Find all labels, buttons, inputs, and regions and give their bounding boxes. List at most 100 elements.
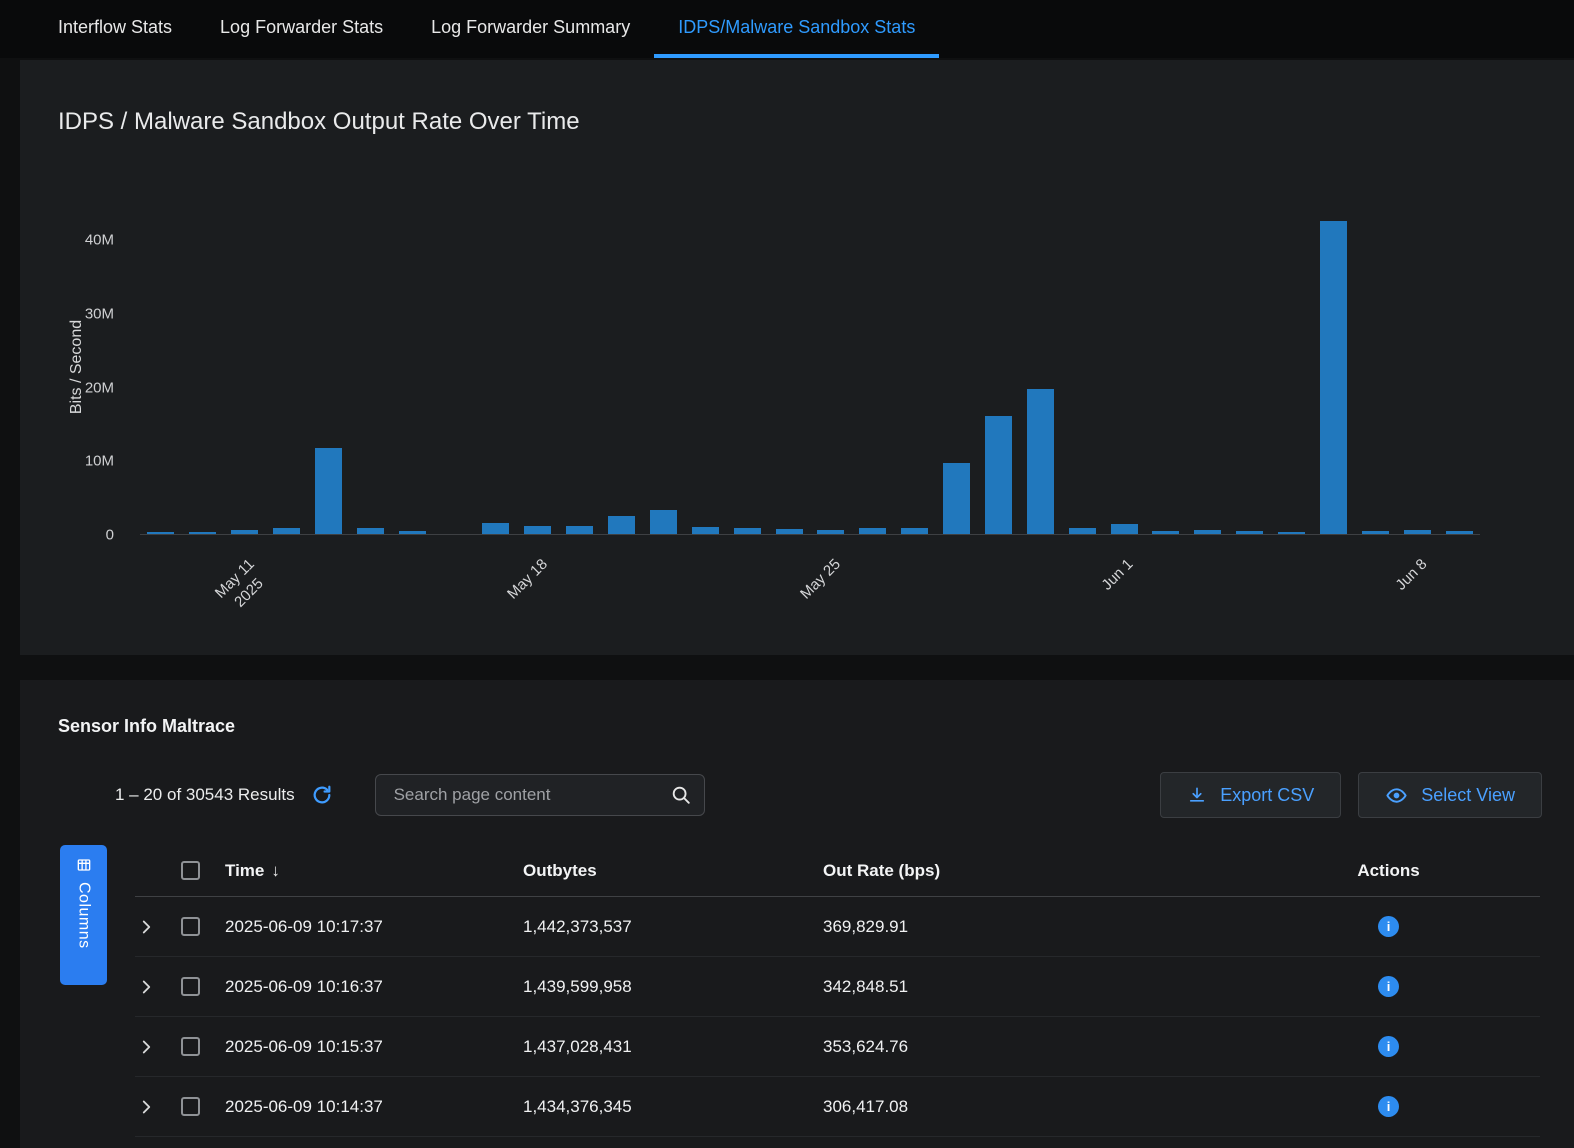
x-tick-label-line: Jun 1 (1098, 555, 1138, 595)
info-icon[interactable]: i (1378, 1096, 1399, 1117)
cell-time: 2025-06-09 10:17:37 (219, 917, 517, 937)
chevron-right-icon (141, 919, 152, 935)
row-checkbox-cell (175, 977, 219, 996)
tab-log-forwarder-stats[interactable]: Log Forwarder Stats (196, 0, 407, 58)
tab-interflow-stats[interactable]: Interflow Stats (34, 0, 196, 58)
row-expand-button[interactable] (135, 979, 175, 995)
tab-idps-malware-sandbox-stats[interactable]: IDPS/Malware Sandbox Stats (654, 0, 939, 58)
y-tick-label: 0 (106, 527, 114, 544)
x-tick-label-line: Jun 8 (1391, 555, 1431, 595)
chart-bar (273, 528, 300, 534)
row-checkbox[interactable] (181, 917, 200, 936)
chart-bar (1069, 528, 1096, 534)
cell-outbytes: 1,437,028,431 (517, 1037, 817, 1057)
search-box (375, 774, 705, 816)
chart-panel: IDPS / Malware Sandbox Output Rate Over … (20, 60, 1574, 655)
y-tick-label: 20M (85, 379, 114, 396)
chart-y-axis: 010M20M30M40M (20, 200, 128, 535)
cell-time: 2025-06-09 10:16:37 (219, 977, 517, 997)
eye-icon (1385, 784, 1408, 807)
section-title: Sensor Info Maltrace (58, 716, 235, 737)
chart-bar (482, 523, 509, 534)
table-panel: Sensor Info Maltrace 1 – 20 of 30543 Res… (20, 680, 1574, 1148)
x-tick-label: Jun 1 (1098, 555, 1138, 595)
chart-bar (189, 532, 216, 534)
columns-grid-icon (76, 857, 92, 873)
table-body: 2025-06-09 10:17:371,442,373,537369,829.… (135, 897, 1540, 1137)
chart-bar (1152, 531, 1179, 534)
chart-bar (1320, 221, 1347, 534)
y-tick-label: 30M (85, 305, 114, 322)
chart-bar (524, 526, 551, 534)
cell-out-rate: 369,829.91 (817, 917, 1237, 937)
cell-actions: i (1237, 916, 1540, 937)
cell-outbytes: 1,434,376,345 (517, 1097, 817, 1117)
select-all-checkbox[interactable] (181, 861, 200, 880)
chart-bar (399, 531, 426, 534)
chart-bar (1446, 531, 1473, 534)
cell-outbytes: 1,442,373,537 (517, 917, 817, 937)
refresh-button[interactable] (311, 784, 333, 806)
table-row: 2025-06-09 10:15:371,437,028,431353,624.… (135, 1017, 1540, 1077)
cell-time: 2025-06-09 10:15:37 (219, 1037, 517, 1057)
x-tick-label: May 18 (503, 555, 552, 604)
chart-bar (859, 528, 886, 534)
column-header-time-label: Time (225, 861, 264, 881)
y-tick-label: 40M (85, 232, 114, 249)
chart-bar (985, 416, 1012, 534)
chart-bar (776, 529, 803, 534)
row-expand-button[interactable] (135, 1099, 175, 1115)
data-table: Time ↓ Outbytes Out Rate (bps) Actions 2… (135, 845, 1540, 1137)
cell-out-rate: 342,848.51 (817, 977, 1237, 997)
chart-bar (1404, 530, 1431, 534)
tab-bar: Interflow StatsLog Forwarder StatsLog Fo… (0, 0, 1574, 58)
info-icon[interactable]: i (1378, 1036, 1399, 1057)
search-input[interactable] (392, 784, 670, 806)
table-row: 2025-06-09 10:17:371,442,373,537369,829.… (135, 897, 1540, 957)
columns-button[interactable]: Columns (60, 845, 107, 985)
row-checkbox-cell (175, 1097, 219, 1116)
chart-bar (357, 528, 384, 534)
chart-plot (140, 200, 1480, 535)
tab-log-forwarder-summary[interactable]: Log Forwarder Summary (407, 0, 654, 58)
chart-bar (1236, 531, 1263, 534)
sort-desc-icon: ↓ (271, 861, 280, 881)
chart-bar (315, 448, 342, 534)
row-expand-button[interactable] (135, 1039, 175, 1055)
x-tick-label: May 25 (796, 555, 845, 604)
row-checkbox[interactable] (181, 1037, 200, 1056)
chevron-right-icon (141, 1099, 152, 1115)
chevron-right-icon (141, 1039, 152, 1055)
cell-time: 2025-06-09 10:14:37 (219, 1097, 517, 1117)
columns-button-label: Columns (75, 882, 93, 949)
row-checkbox[interactable] (181, 977, 200, 996)
chart-bar (1027, 389, 1054, 534)
row-expand-button[interactable] (135, 919, 175, 935)
cell-actions: i (1237, 1036, 1540, 1057)
chart-title: IDPS / Malware Sandbox Output Rate Over … (58, 108, 580, 136)
chart-bar (1362, 531, 1389, 534)
y-tick-label: 10M (85, 453, 114, 470)
info-icon[interactable]: i (1378, 916, 1399, 937)
info-icon[interactable]: i (1378, 976, 1399, 997)
chart-bar (734, 528, 761, 534)
row-checkbox[interactable] (181, 1097, 200, 1116)
column-header-actions: Actions (1237, 861, 1540, 881)
export-csv-button[interactable]: Export CSV (1160, 772, 1341, 818)
x-tick-label: Jun 8 (1391, 555, 1431, 595)
x-tick-label: May 112025 (211, 555, 274, 618)
cell-actions: i (1237, 1096, 1540, 1117)
cell-out-rate: 353,624.76 (817, 1037, 1237, 1057)
chart-bar (1278, 532, 1305, 534)
column-header-out-rate[interactable]: Out Rate (bps) (817, 861, 1237, 881)
column-header-time[interactable]: Time ↓ (219, 861, 517, 881)
chart-bar (608, 516, 635, 534)
table-row: 2025-06-09 10:16:371,439,599,958342,848.… (135, 957, 1540, 1017)
search-icon (670, 784, 692, 806)
chart-bar (943, 463, 970, 535)
column-header-outbytes[interactable]: Outbytes (517, 861, 817, 881)
select-view-button[interactable]: Select View (1358, 772, 1542, 818)
row-checkbox-cell (175, 917, 219, 936)
row-checkbox-cell (175, 1037, 219, 1056)
cell-out-rate: 306,417.08 (817, 1097, 1237, 1117)
